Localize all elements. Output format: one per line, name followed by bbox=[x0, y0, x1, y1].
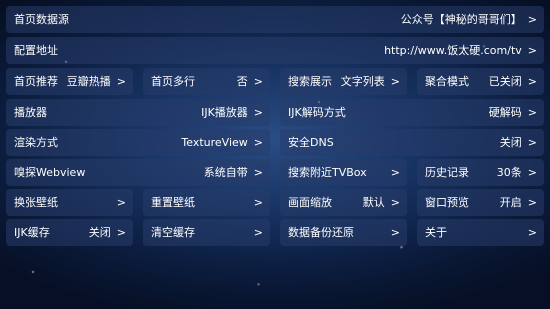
setting-label: 搜索附近TVBox bbox=[288, 166, 367, 179]
setting-reset-wallpaper-button[interactable]: 重置壁纸 > bbox=[143, 189, 270, 216]
chevron-right-icon: > bbox=[527, 136, 537, 149]
setting-value: 硬解码 bbox=[488, 106, 522, 119]
setting-config-url-button[interactable]: 配置地址 http://www.饭太硬.com/tv > bbox=[6, 37, 544, 64]
chevron-right-icon: > bbox=[527, 166, 537, 179]
chevron-right-icon: > bbox=[253, 136, 263, 149]
setting-history-button[interactable]: 历史记录 30条 > bbox=[417, 159, 544, 186]
chevron-right-icon: > bbox=[390, 196, 400, 209]
chevron-right-icon: > bbox=[527, 44, 537, 57]
setting-label: 搜索展示 bbox=[288, 75, 332, 88]
setting-label: 画面缩放 bbox=[288, 196, 332, 209]
setting-label: 首页推荐 bbox=[14, 75, 58, 88]
setting-label: IJK解码方式 bbox=[288, 106, 346, 119]
setting-label: 清空缓存 bbox=[151, 226, 195, 239]
chevron-right-icon: > bbox=[527, 75, 537, 88]
setting-label: 历史记录 bbox=[425, 166, 469, 179]
setting-value: http://www.饭太硬.com/tv bbox=[384, 44, 522, 57]
setting-value: 文字列表 bbox=[340, 75, 385, 88]
setting-label: 关于 bbox=[425, 226, 447, 239]
chevron-right-icon: > bbox=[253, 196, 263, 209]
setting-label: 数据备份还原 bbox=[288, 226, 354, 239]
setting-value: IJK播放器 bbox=[201, 106, 248, 119]
setting-ijk-cache-button[interactable]: IJK缓存 关闭 > bbox=[6, 219, 133, 246]
setting-value: 系统自带 bbox=[203, 166, 248, 179]
setting-home-recommend-button[interactable]: 首页推荐 豆瓣热播 > bbox=[6, 68, 133, 95]
setting-player-button[interactable]: 播放器 IJK播放器 > bbox=[6, 99, 270, 126]
setting-value: 开启 bbox=[499, 196, 522, 209]
setting-search-display-button[interactable]: 搜索展示 文字列表 > bbox=[280, 68, 407, 95]
setting-label: 换张壁纸 bbox=[14, 196, 58, 209]
setting-home-data-source-button[interactable]: 首页数据源 公众号【神秘的哥哥们】 > bbox=[6, 6, 544, 33]
setting-ijk-decode-mode-button[interactable]: IJK解码方式 硬解码 > bbox=[280, 99, 544, 126]
setting-secure-dns-button[interactable]: 安全DNS 关闭 > bbox=[280, 129, 544, 156]
setting-label: IJK缓存 bbox=[14, 226, 50, 239]
setting-value: 豆瓣热播 bbox=[66, 75, 111, 88]
setting-label: 首页数据源 bbox=[14, 13, 69, 26]
chevron-right-icon: > bbox=[253, 166, 263, 179]
setting-label: 重置壁纸 bbox=[151, 196, 195, 209]
setting-label: 渲染方式 bbox=[14, 136, 58, 149]
chevron-right-icon: > bbox=[253, 75, 263, 88]
setting-home-multi-row-button[interactable]: 首页多行 否 > bbox=[143, 68, 270, 95]
setting-render-mode-button[interactable]: 渲染方式 TextureView > bbox=[6, 129, 270, 156]
setting-change-wallpaper-button[interactable]: 换张壁纸 > bbox=[6, 189, 133, 216]
setting-label: 配置地址 bbox=[14, 44, 58, 57]
chevron-right-icon: > bbox=[116, 75, 126, 88]
chevron-right-icon: > bbox=[527, 13, 537, 26]
setting-value: 否 bbox=[236, 75, 248, 88]
chevron-right-icon: > bbox=[116, 226, 126, 239]
setting-value: 关闭 bbox=[88, 226, 111, 239]
setting-label: 聚合模式 bbox=[425, 75, 469, 88]
chevron-right-icon: > bbox=[527, 226, 537, 239]
setting-value: 公众号【神秘的哥哥们】 bbox=[400, 13, 522, 26]
setting-label: 安全DNS bbox=[288, 136, 334, 149]
setting-screen-scale-button[interactable]: 画面缩放 默认 > bbox=[280, 189, 407, 216]
setting-value: 默认 bbox=[362, 196, 385, 209]
chevron-right-icon: > bbox=[116, 196, 126, 209]
setting-value: 30条 bbox=[496, 166, 522, 179]
chevron-right-icon: > bbox=[390, 226, 400, 239]
chevron-right-icon: > bbox=[527, 196, 537, 209]
setting-label: 嗅探Webview bbox=[14, 166, 86, 179]
setting-sniff-webview-button[interactable]: 嗅探Webview 系统自带 > bbox=[6, 159, 270, 186]
setting-clear-cache-button[interactable]: 清空缓存 > bbox=[143, 219, 270, 246]
chevron-right-icon: > bbox=[253, 226, 263, 239]
setting-data-backup-restore-button[interactable]: 数据备份还原 > bbox=[280, 219, 407, 246]
setting-value: 已关闭 bbox=[488, 75, 522, 88]
chevron-right-icon: > bbox=[253, 106, 263, 119]
setting-value: 关闭 bbox=[499, 136, 522, 149]
setting-window-preview-button[interactable]: 窗口预览 开启 > bbox=[417, 189, 544, 216]
chevron-right-icon: > bbox=[527, 106, 537, 119]
chevron-right-icon: > bbox=[390, 75, 400, 88]
setting-label: 播放器 bbox=[14, 106, 47, 119]
setting-label: 首页多行 bbox=[151, 75, 195, 88]
setting-value: TextureView bbox=[181, 136, 248, 149]
setting-label: 窗口预览 bbox=[425, 196, 469, 209]
setting-search-nearby-tvbox-button[interactable]: 搜索附近TVBox > bbox=[280, 159, 407, 186]
chevron-right-icon: > bbox=[390, 166, 400, 179]
setting-about-button[interactable]: 关于 > bbox=[417, 219, 544, 246]
setting-aggregate-mode-button[interactable]: 聚合模式 已关闭 > bbox=[417, 68, 544, 95]
